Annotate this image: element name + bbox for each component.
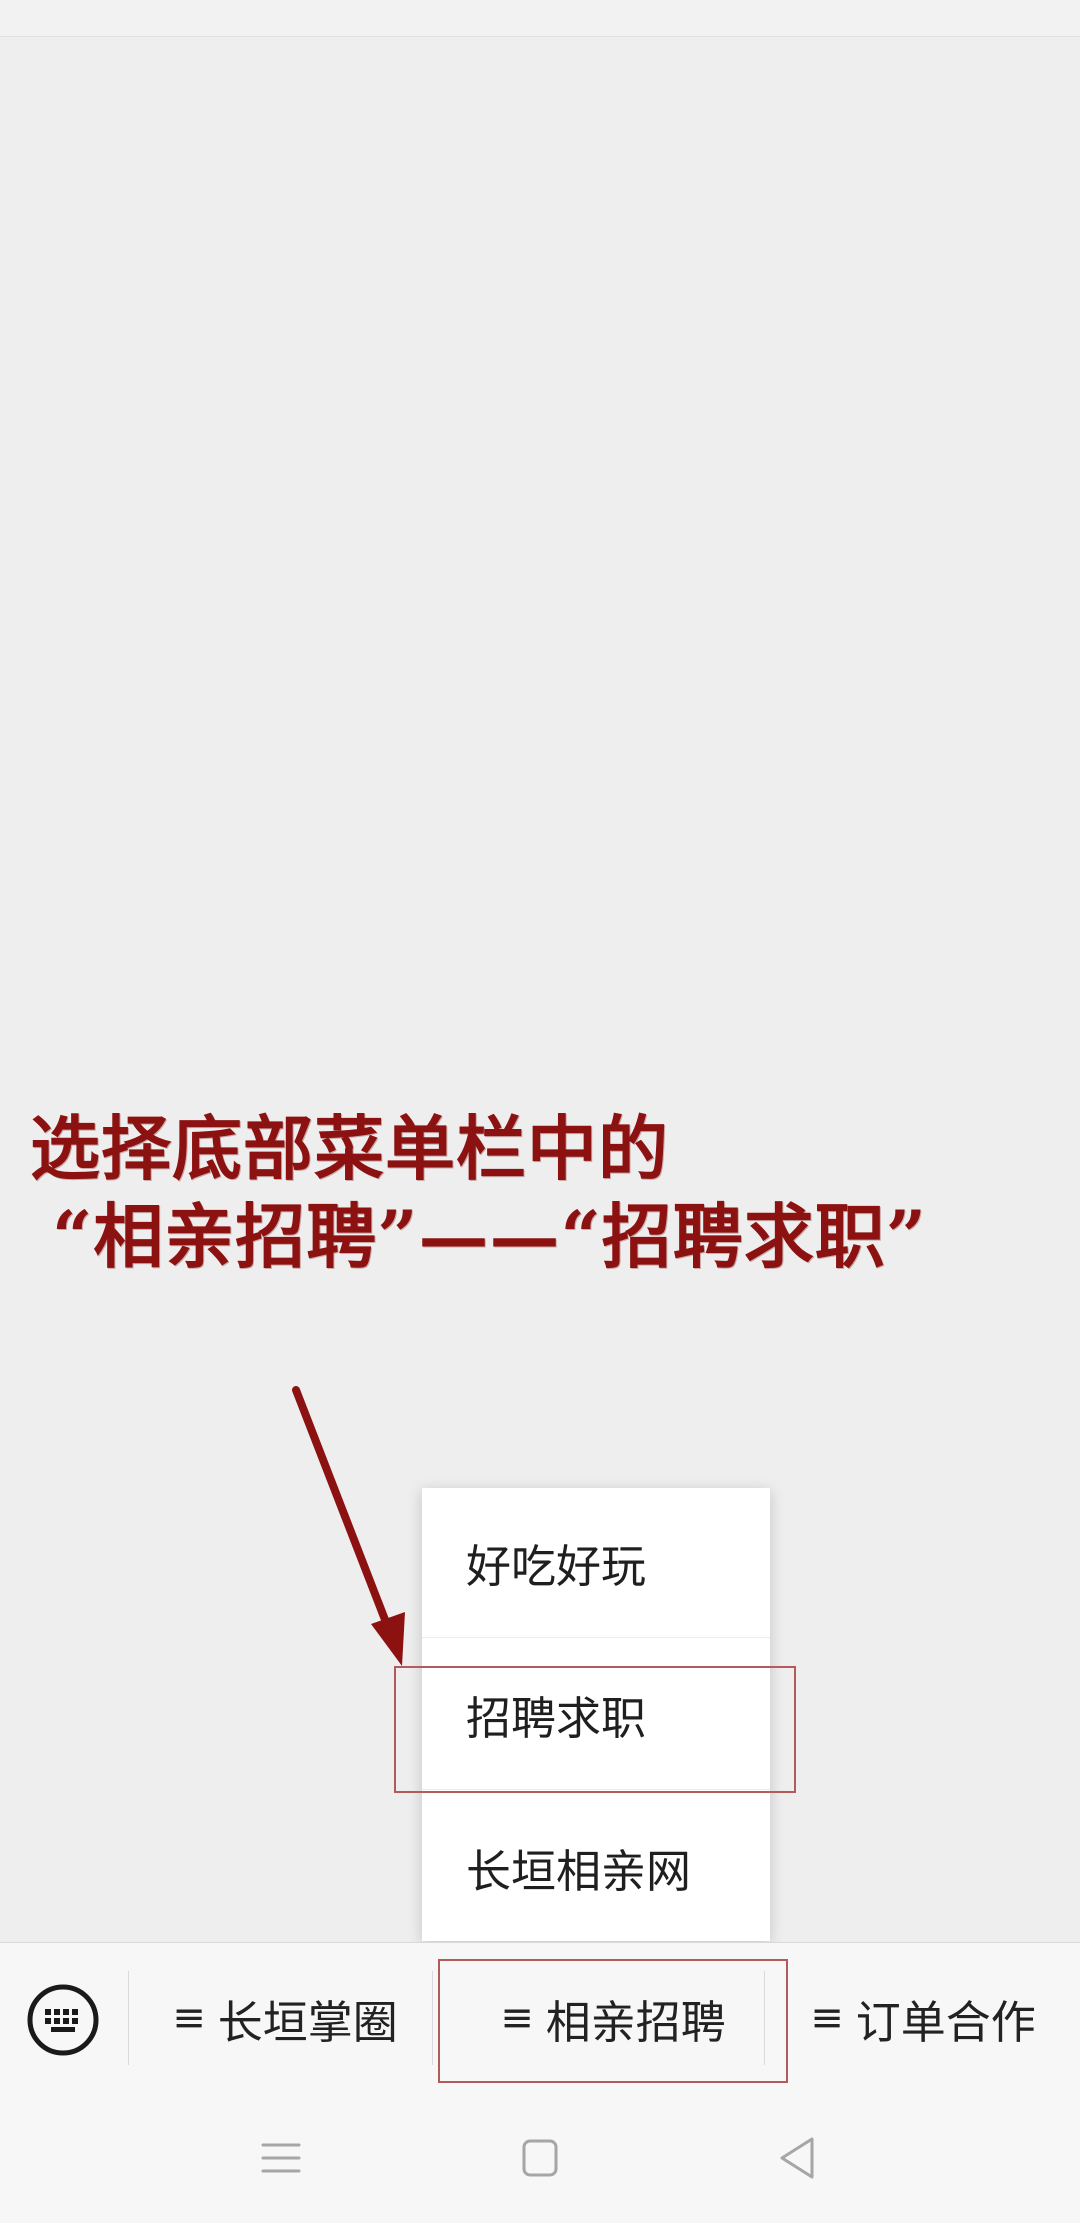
- keyboard-toggle-button[interactable]: [26, 1983, 100, 2057]
- home-square-icon: [522, 2139, 558, 2177]
- menu-burger-icon: ≡: [810, 1995, 844, 2041]
- menu-button-order-cooperation[interactable]: ≡ 订单合作: [778, 1943, 1068, 2093]
- status-strip: [0, 0, 1080, 37]
- submenu-item-food-fun[interactable]: 好吃好玩: [422, 1488, 770, 1638]
- submenu-item-label: 好吃好玩: [466, 1540, 647, 1593]
- screen: 选择底部菜单栏中的 “相亲招聘”——“招聘求职” 好吃好玩 招聘求职 长垣相亲网: [0, 0, 1080, 2223]
- instruction-annotation: 选择底部菜单栏中的 “相亲招聘”——“招聘求职”: [30, 1105, 1060, 1281]
- bottom-menu-bar: ≡ 长垣掌圈 ≡ 相亲招聘 ≡ 订单合作: [0, 1942, 1080, 2093]
- submenu-item-label: 招聘求职: [466, 1692, 647, 1745]
- menu-button-label: 长垣掌圈: [217, 1995, 398, 2049]
- annotation-line-1: 选择底部菜单栏中的: [30, 1107, 669, 1190]
- submenu-popup: 好吃好玩 招聘求职 长垣相亲网: [422, 1488, 770, 1941]
- menu-button-dating-recruitment[interactable]: ≡ 相亲招聘: [450, 1943, 776, 2093]
- submenu-item-label: 长垣相亲网: [466, 1844, 692, 1898]
- submenu-item-job-seeking[interactable]: 招聘求职: [422, 1640, 770, 1790]
- back-triangle-icon: [780, 2137, 814, 2179]
- menu-button-label: 相亲招聘: [545, 1995, 726, 2049]
- menu-button-label: 订单合作: [855, 1995, 1036, 2049]
- nav-home-button[interactable]: [505, 2123, 575, 2193]
- annotation-line-2: “相亲招聘”——“招聘求职”: [52, 1195, 928, 1278]
- keyboard-icon: [27, 1984, 99, 2056]
- menu-divider: [128, 1971, 129, 2065]
- menu-divider: [764, 1971, 765, 2065]
- nav-menu-button[interactable]: [246, 2123, 316, 2193]
- submenu-item-dating-site[interactable]: 长垣相亲网: [422, 1792, 770, 1942]
- menu-divider: [432, 1971, 433, 2065]
- menu-burger-icon: ≡: [500, 1995, 534, 2041]
- menu-icon: [261, 2143, 301, 2173]
- menu-burger-icon: ≡: [172, 1995, 206, 2041]
- nav-back-button[interactable]: [762, 2123, 832, 2193]
- menu-button-changyuan-circle[interactable]: ≡ 长垣掌圈: [140, 1943, 430, 2093]
- system-nav-bar: [0, 2093, 1080, 2223]
